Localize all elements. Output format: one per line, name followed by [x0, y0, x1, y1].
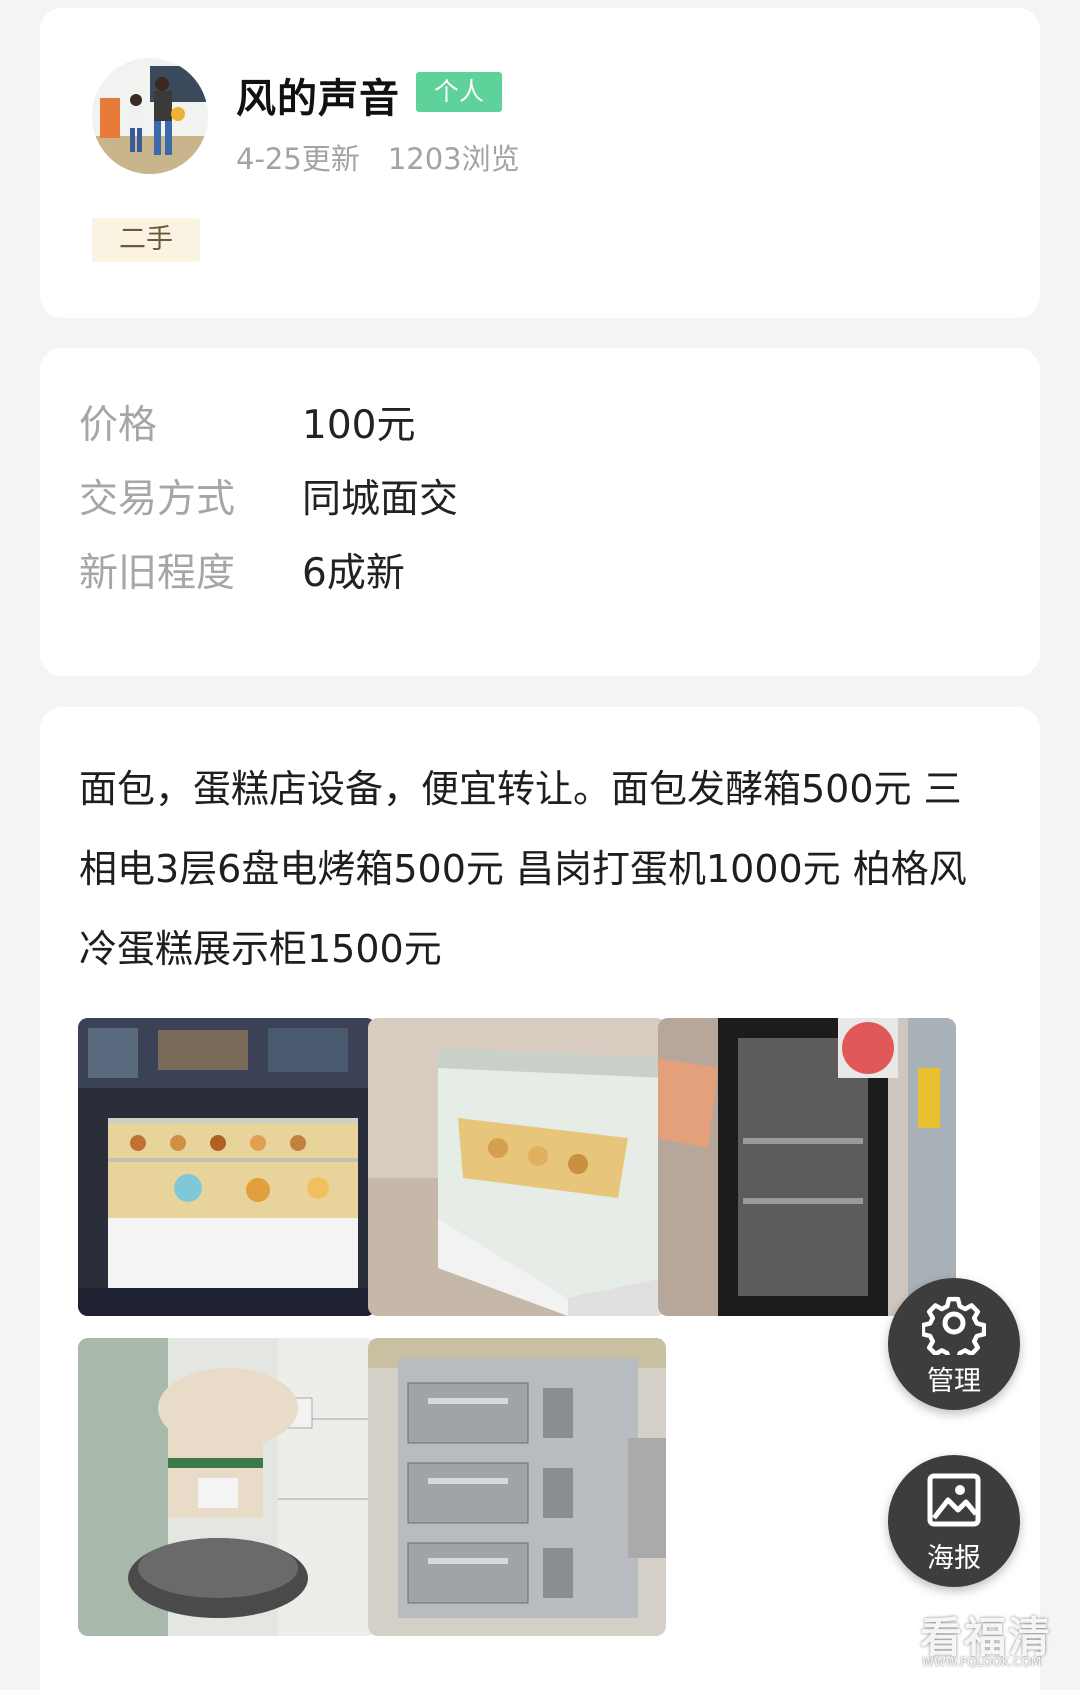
poster-button-label: 海报: [927, 1542, 981, 1574]
category-badge: 二手: [92, 218, 200, 262]
detail-value: 100元: [302, 403, 416, 448]
detail-row-trade-method: 交易方式 同城面交: [79, 468, 458, 524]
dough-mixer-photo-icon: [78, 1338, 376, 1636]
photo-glass-display-counter[interactable]: [368, 1018, 666, 1316]
user-type-badge: 个人: [416, 72, 502, 112]
profile-card: 风的声音 个人 4-25更新 1203浏览 二手: [40, 8, 1040, 318]
detail-value: 同城面交: [302, 477, 459, 522]
detail-label: 交易方式: [79, 477, 236, 522]
detail-value: 6成新: [302, 551, 405, 596]
photo-dough-mixer[interactable]: [78, 1338, 376, 1636]
glass-display-counter-photo-icon: [368, 1018, 666, 1316]
detail-row-price: 价格 100元: [79, 394, 415, 450]
view-count: 1203浏览: [387, 142, 520, 176]
description-card: 面包，蛋糕店设备，便宜转让。面包发酵箱500元 三相电3层6盘电烤箱500元 昌…: [40, 707, 1040, 1690]
user-name: 风的声音: [236, 76, 400, 122]
detail-row-condition: 新旧程度 6成新: [79, 542, 405, 598]
avatar[interactable]: [92, 58, 208, 174]
post-meta: 4-25更新 1203浏览: [236, 136, 520, 178]
photo-cake-display-cabinet[interactable]: [78, 1018, 376, 1316]
update-date: 4-25更新: [236, 142, 360, 176]
poster-button[interactable]: 海报: [888, 1455, 1020, 1587]
manage-button-label: 管理: [927, 1365, 981, 1397]
manage-button[interactable]: 管理: [888, 1278, 1020, 1410]
detail-label: 价格: [79, 403, 158, 448]
photo-electric-oven[interactable]: [368, 1338, 666, 1636]
details-card: 价格 100元 交易方式 同城面交 新旧程度 6成新: [40, 348, 1040, 676]
cake-display-cabinet-photo-icon: [78, 1018, 376, 1316]
detail-label: 新旧程度: [79, 551, 236, 596]
item-description: 面包，蛋糕店设备，便宜转让。面包发酵箱500元 三相电3层6盘电烤箱500元 昌…: [79, 767, 967, 971]
gear-icon: [922, 1296, 986, 1355]
image-icon: [927, 1473, 981, 1526]
electric-oven-photo-icon: [368, 1338, 666, 1636]
watermark-url: WWW.FQLOOK.COM: [922, 1655, 1042, 1669]
proofing-cabinet-photo-icon: [658, 1018, 956, 1316]
photo-proofing-cabinet[interactable]: [658, 1018, 956, 1316]
